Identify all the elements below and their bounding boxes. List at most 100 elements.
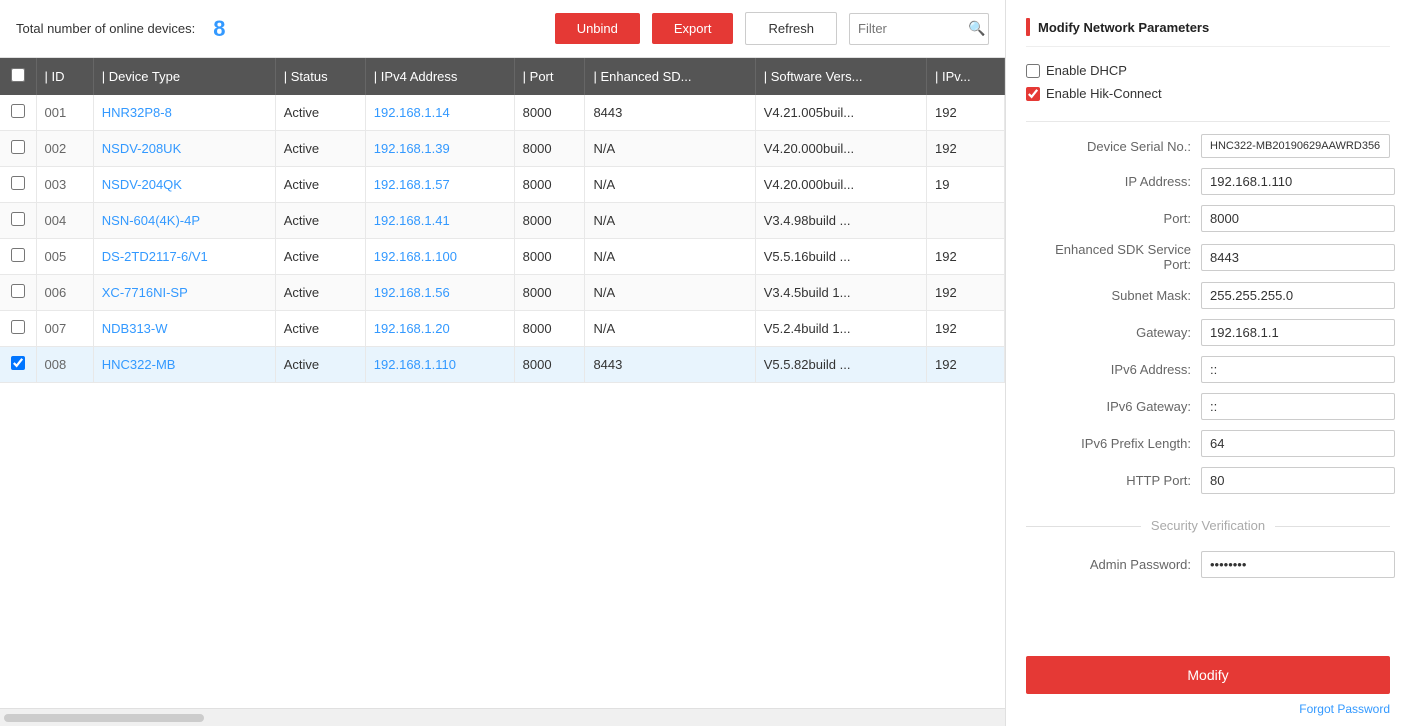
row-device-type[interactable]: HNC322-MB (93, 347, 275, 383)
row-status: Active (275, 239, 365, 275)
row-device-type[interactable]: NSDV-204QK (93, 167, 275, 203)
row-device-type[interactable]: NDB313-W (93, 311, 275, 347)
row-ipv4[interactable]: 192.168.1.14 (365, 95, 514, 131)
enable-hik-connect-checkbox[interactable] (1026, 87, 1040, 101)
field-row-subnet: Subnet Mask: (1026, 282, 1390, 309)
table-row[interactable]: 006 XC-7716NI-SP Active 192.168.1.56 800… (0, 275, 1005, 311)
row-checkbox-cell[interactable] (0, 347, 36, 383)
modify-button[interactable]: Modify (1026, 656, 1390, 694)
table-row[interactable]: 003 NSDV-204QK Active 192.168.1.57 8000 … (0, 167, 1005, 203)
row-id: 007 (36, 311, 93, 347)
row-ipv6-prefix: 192 (927, 311, 1005, 347)
row-ipv4[interactable]: 192.168.1.20 (365, 311, 514, 347)
table-row[interactable]: 001 HNR32P8-8 Active 192.168.1.14 8000 8… (0, 95, 1005, 131)
table-row[interactable]: 002 NSDV-208UK Active 192.168.1.39 8000 … (0, 131, 1005, 167)
enable-hik-connect-label[interactable]: Enable Hik-Connect (1046, 86, 1162, 101)
row-checkbox-cell[interactable] (0, 275, 36, 311)
device-serial-input[interactable] (1201, 134, 1390, 158)
filter-input[interactable] (858, 21, 968, 36)
field-row-ipv6-prefix: IPv6 Prefix Length: (1026, 430, 1390, 457)
row-enhanced: 8443 (585, 347, 755, 383)
forgot-password-link[interactable]: Forgot Password (1026, 702, 1390, 716)
row-status: Active (275, 311, 365, 347)
row-ipv4[interactable]: 192.168.1.39 (365, 131, 514, 167)
ipv6-address-input[interactable] (1201, 356, 1395, 383)
row-port: 8000 (514, 275, 585, 311)
horizontal-scrollbar[interactable] (4, 714, 204, 722)
col-ipv4: | IPv4 Address (365, 58, 514, 95)
security-section-label: Security Verification (1026, 518, 1390, 533)
col-enhanced-sd: | Enhanced SD... (585, 58, 755, 95)
row-checkbox[interactable] (11, 356, 25, 370)
row-id: 002 (36, 131, 93, 167)
row-port: 8000 (514, 131, 585, 167)
row-status: Active (275, 131, 365, 167)
col-checkbox[interactable] (0, 58, 36, 95)
gateway-input[interactable] (1201, 319, 1395, 346)
row-id: 005 (36, 239, 93, 275)
port-label: Port: (1026, 211, 1201, 226)
row-checkbox-cell[interactable] (0, 311, 36, 347)
http-port-input[interactable] (1201, 467, 1395, 494)
row-checkbox-cell[interactable] (0, 95, 36, 131)
row-device-type[interactable]: NSN-604(4K)-4P (93, 203, 275, 239)
row-device-type[interactable]: DS-2TD2117-6/V1 (93, 239, 275, 275)
field-row-port: Port: (1026, 205, 1390, 232)
row-ipv4[interactable]: 192.168.1.110 (365, 347, 514, 383)
enable-dhcp-label[interactable]: Enable DHCP (1046, 63, 1127, 78)
admin-password-label: Admin Password: (1026, 557, 1201, 572)
row-ipv4[interactable]: 192.168.1.56 (365, 275, 514, 311)
row-checkbox-cell[interactable] (0, 203, 36, 239)
device-count-number: 8 (213, 16, 225, 42)
unbind-button[interactable]: Unbind (555, 13, 640, 44)
row-checkbox[interactable] (11, 284, 25, 298)
field-row-ip: IP Address: (1026, 168, 1390, 195)
row-checkbox-cell[interactable] (0, 167, 36, 203)
row-enhanced: N/A (585, 131, 755, 167)
row-checkbox[interactable] (11, 320, 25, 334)
title-bar-decoration (1026, 18, 1030, 36)
gateway-label: Gateway: (1026, 325, 1201, 340)
field-row-ipv6-address: IPv6 Address: (1026, 356, 1390, 383)
field-row-enhanced-sdk: Enhanced SDK Service Port: (1026, 242, 1390, 272)
row-checkbox-cell[interactable] (0, 131, 36, 167)
row-status: Active (275, 203, 365, 239)
row-port: 8000 (514, 167, 585, 203)
row-ipv6-prefix: 192 (927, 239, 1005, 275)
row-checkbox-cell[interactable] (0, 239, 36, 275)
row-checkbox[interactable] (11, 104, 25, 118)
row-checkbox[interactable] (11, 212, 25, 226)
row-ipv4[interactable]: 192.168.1.41 (365, 203, 514, 239)
enhanced-sdk-input[interactable] (1201, 244, 1395, 271)
refresh-button[interactable]: Refresh (745, 12, 837, 45)
enhanced-sdk-label: Enhanced SDK Service Port: (1026, 242, 1201, 272)
col-device-type: | Device Type (93, 58, 275, 95)
row-ipv6-prefix: 192 (927, 275, 1005, 311)
row-checkbox[interactable] (11, 248, 25, 262)
port-input[interactable] (1201, 205, 1395, 232)
table-row[interactable]: 007 NDB313-W Active 192.168.1.20 8000 N/… (0, 311, 1005, 347)
row-device-type[interactable]: NSDV-208UK (93, 131, 275, 167)
table-row[interactable]: 008 HNC322-MB Active 192.168.1.110 8000 … (0, 347, 1005, 383)
ipv6-prefix-input[interactable] (1201, 430, 1395, 457)
enable-dhcp-checkbox[interactable] (1026, 64, 1040, 78)
row-checkbox[interactable] (11, 140, 25, 154)
subnet-mask-input[interactable] (1201, 282, 1395, 309)
row-ipv4[interactable]: 192.168.1.100 (365, 239, 514, 275)
col-port: | Port (514, 58, 585, 95)
ip-address-input[interactable] (1201, 168, 1395, 195)
device-count-label: Total number of online devices: (16, 21, 195, 36)
select-all-checkbox[interactable] (11, 68, 25, 82)
row-device-type[interactable]: HNR32P8-8 (93, 95, 275, 131)
row-checkbox[interactable] (11, 176, 25, 190)
horizontal-scrollbar-area[interactable] (0, 708, 1005, 726)
row-ipv6-prefix: 19 (927, 167, 1005, 203)
table-row[interactable]: 004 NSN-604(4K)-4P Active 192.168.1.41 8… (0, 203, 1005, 239)
enable-hik-connect-row: Enable Hik-Connect (1026, 86, 1390, 101)
row-device-type[interactable]: XC-7716NI-SP (93, 275, 275, 311)
table-row[interactable]: 005 DS-2TD2117-6/V1 Active 192.168.1.100… (0, 239, 1005, 275)
export-button[interactable]: Export (652, 13, 734, 44)
row-ipv4[interactable]: 192.168.1.57 (365, 167, 514, 203)
ipv6-gateway-input[interactable] (1201, 393, 1395, 420)
admin-password-input[interactable] (1201, 551, 1395, 578)
